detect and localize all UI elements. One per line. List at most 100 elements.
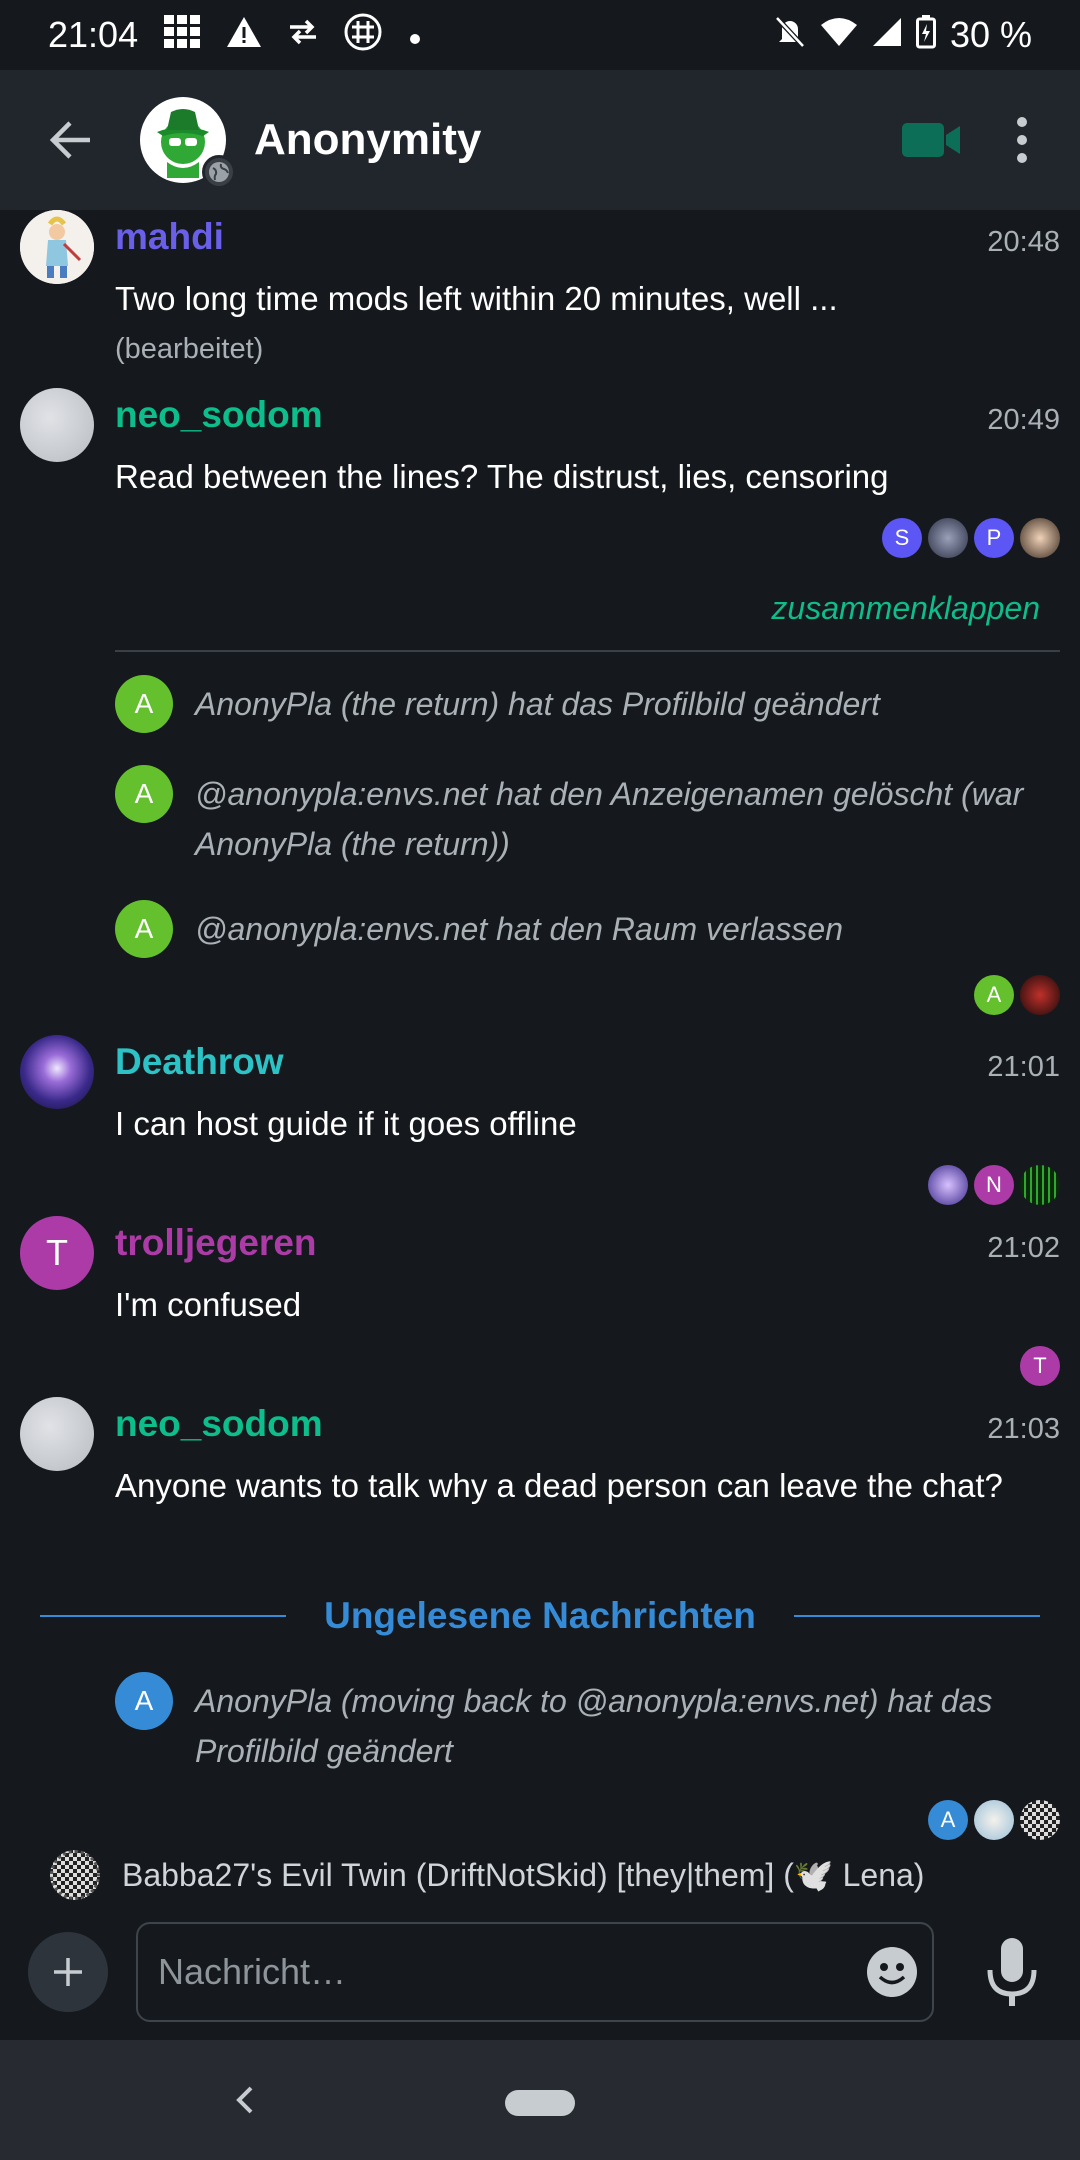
message-input-box[interactable] <box>136 1922 934 2022</box>
avatar[interactable] <box>20 1397 94 1471</box>
message-item[interactable]: neo_sodom 21:03 Anyone wants to talk why… <box>0 1397 1080 1567</box>
sender-name[interactable]: Deathrow <box>115 1041 284 1083</box>
public-room-badge <box>202 155 236 189</box>
collapse-link[interactable]: zusammenklappen <box>771 590 1040 627</box>
microphone-icon <box>987 1938 1037 2006</box>
receipt-avatar <box>1020 1165 1060 1205</box>
event-text: AnonyPla (moving back to @anonypla:envs.… <box>195 1683 993 1769</box>
state-event[interactable]: A @anonypla:envs.net hat den Anzeigename… <box>115 765 1040 875</box>
nav-back-button[interactable] <box>225 2076 265 2124</box>
avatar <box>50 1850 100 1900</box>
receipt-avatar <box>974 1800 1014 1840</box>
receipt-avatar <box>928 1165 968 1205</box>
event-text: AnonyPla (the return) hat das Profilbild… <box>195 686 880 722</box>
sender-name[interactable]: mahdi <box>115 216 224 258</box>
dot-icon <box>408 18 422 52</box>
avatar[interactable]: A <box>115 1672 173 1730</box>
receipt-avatar: T <box>1020 1346 1060 1386</box>
room-header: Anonymity <box>0 70 1080 210</box>
receipt-avatar: A <box>928 1800 968 1840</box>
status-time: 21:04 <box>48 14 139 55</box>
sender-name[interactable]: neo_sodom <box>115 1403 323 1445</box>
receipt-avatar <box>1020 518 1060 558</box>
message-time: 21:02 <box>987 1232 1060 1264</box>
arrow-left-icon <box>49 121 90 159</box>
status-bar: 21:04 30 % <box>0 0 1080 70</box>
more-options-button[interactable] <box>1002 117 1042 163</box>
more-vert-icon <box>1017 117 1027 127</box>
mute-icon <box>774 15 806 55</box>
read-receipts[interactable]: N <box>928 1165 1060 1205</box>
avatar[interactable]: A <box>115 900 173 958</box>
message-text: I can host guide if it goes offline <box>115 1105 577 1142</box>
state-event[interactable]: A AnonyPla (moving back to @anonypla:env… <box>115 1672 1040 1782</box>
read-receipts[interactable]: T <box>1020 1346 1060 1386</box>
unread-label: Ungelesene Nachrichten <box>324 1595 756 1636</box>
message-time: 20:48 <box>987 226 1060 258</box>
room-avatar[interactable] <box>140 97 236 189</box>
timeline[interactable]: mahdi 20:48 Two long time mods left with… <box>0 210 1080 1900</box>
add-attachment-button[interactable] <box>28 1932 108 2012</box>
message-item[interactable]: mahdi 20:48 Two long time mods left with… <box>0 210 1080 375</box>
receipt-avatar <box>1020 1800 1060 1840</box>
sender-name[interactable]: trolljegeren <box>115 1222 317 1264</box>
wifi-icon <box>820 17 858 53</box>
message-text: I'm confused <box>115 1286 302 1323</box>
unread-divider: Ungelesene Nachrichten <box>40 1595 1040 1637</box>
voice-message-button[interactable] <box>982 1936 1042 2010</box>
message-item[interactable]: neo_sodom 20:49 Read between the lines? … <box>0 388 1080 568</box>
typing-text: Babba27's Evil Twin (DriftNotSkid) [they… <box>122 1857 925 1893</box>
event-text: @anonypla:envs.net hat den Raum verlasse… <box>195 911 843 947</box>
battery-level: 30 % <box>949 14 1032 55</box>
avatar[interactable] <box>20 388 94 462</box>
warning-icon <box>226 16 262 54</box>
read-receipts[interactable]: S P <box>882 518 1060 558</box>
receipt-avatar <box>928 518 968 558</box>
room-title[interactable]: Anonymity <box>254 115 481 165</box>
message-item[interactable]: Deathrow 21:01 I can host guide if it go… <box>0 1035 1080 1205</box>
message-time: 21:03 <box>987 1413 1060 1445</box>
receipt-avatar: S <box>882 518 922 558</box>
divider <box>115 650 1060 652</box>
message-time: 20:49 <box>987 404 1060 436</box>
back-button[interactable] <box>20 70 120 210</box>
receipt-avatar <box>1020 975 1060 1015</box>
emoji-icon <box>867 1947 917 1997</box>
receipt-avatar: N <box>974 1165 1014 1205</box>
grid-icon <box>164 15 201 55</box>
message-input[interactable] <box>158 1951 838 1993</box>
hashtag-icon <box>344 13 382 57</box>
video-call-button[interactable] <box>902 120 962 160</box>
system-nav-bar <box>0 2040 1080 2160</box>
chevron-left-icon <box>236 2086 253 2114</box>
typing-indicator: Babba27's Evil Twin (DriftNotSkid) [they… <box>0 1840 1080 1910</box>
avatar[interactable]: A <box>115 675 173 733</box>
message-body: Two long time mods left within 20 minute… <box>115 274 1040 374</box>
read-receipts[interactable]: A <box>974 975 1060 1015</box>
avatar[interactable] <box>20 1035 94 1109</box>
transfer-icon <box>288 18 318 52</box>
avatar[interactable]: A <box>115 765 173 823</box>
avatar[interactable]: T <box>20 1216 94 1290</box>
event-text: @anonypla:envs.net hat den Anzeigenamen … <box>195 776 1024 862</box>
sender-name[interactable]: neo_sodom <box>115 394 323 436</box>
read-receipts[interactable]: A <box>928 1800 1060 1840</box>
message-text: Anyone wants to talk why a dead person c… <box>115 1467 1003 1504</box>
message-item[interactable]: T trolljegeren 21:02 I'm confused T <box>0 1216 1080 1386</box>
signal-icon <box>872 17 902 53</box>
state-event[interactable]: A @anonypla:envs.net hat den Raum verlas… <box>115 900 1040 960</box>
state-event[interactable]: A AnonyPla (the return) hat das Profilbi… <box>115 675 1040 735</box>
message-text: Read between the lines? The distrust, li… <box>115 458 889 495</box>
receipt-avatar: A <box>974 975 1014 1015</box>
avatar[interactable] <box>20 210 94 284</box>
nav-home-button[interactable] <box>505 2090 575 2116</box>
battery-icon <box>915 15 936 55</box>
plus-icon <box>54 1958 82 1986</box>
video-call-icon <box>902 123 960 157</box>
composer <box>0 1910 1080 2040</box>
message-time: 21:01 <box>987 1051 1060 1083</box>
edited-label: (bearbeitet) <box>115 333 264 365</box>
message-text: Two long time mods left within 20 minute… <box>115 280 838 317</box>
receipt-avatar: P <box>974 518 1014 558</box>
emoji-button[interactable] <box>866 1946 918 1998</box>
